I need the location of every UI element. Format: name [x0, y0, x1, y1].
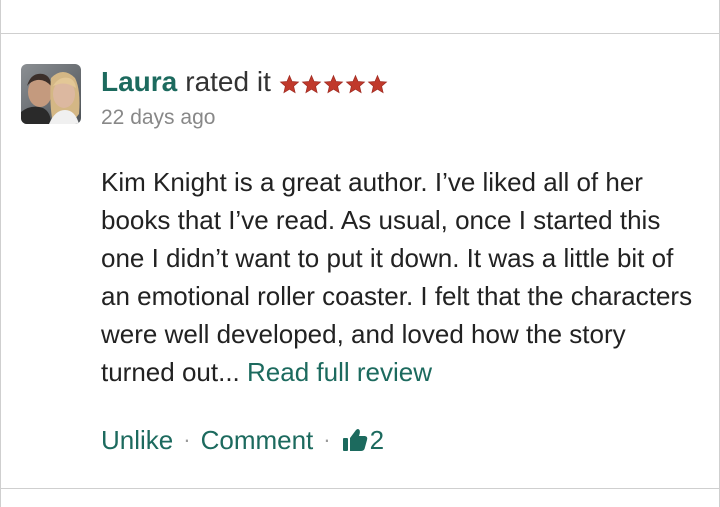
thumbs-up-icon	[342, 429, 367, 451]
star-icon	[279, 74, 300, 93]
star-icon	[345, 74, 366, 93]
review-body-text: Kim Knight is a great author. I’ve liked…	[101, 167, 693, 387]
comment-button[interactable]: Comment	[201, 425, 314, 456]
review-card: Laura rated it 22 days ago Kim Knight is…	[0, 0, 720, 507]
review-timestamp[interactable]: 22 days ago	[101, 106, 215, 130]
separator: ·	[323, 427, 331, 452]
avatar-photo-icon	[21, 64, 81, 124]
star-icon	[323, 74, 344, 93]
bottom-divider	[1, 488, 719, 489]
review-text: Kim Knight is a great author. I’ve liked…	[101, 163, 701, 391]
unlike-button[interactable]: Unlike	[101, 425, 173, 456]
review-header: Laura rated it	[101, 66, 388, 102]
star-icon	[367, 74, 388, 93]
star-icon	[301, 74, 322, 93]
like-count-value: 2	[369, 424, 385, 455]
star-rating	[279, 74, 388, 95]
like-count[interactable]: 2	[341, 425, 384, 456]
top-divider	[1, 33, 719, 34]
rated-it-label: rated it	[185, 66, 271, 97]
read-full-review-link[interactable]: Read full review	[247, 357, 432, 387]
review-actions: Unlike · Comment · 2	[101, 420, 384, 460]
avatar[interactable]	[21, 64, 81, 124]
reviewer-name-link[interactable]: Laura	[101, 66, 177, 98]
separator: ·	[183, 427, 191, 452]
